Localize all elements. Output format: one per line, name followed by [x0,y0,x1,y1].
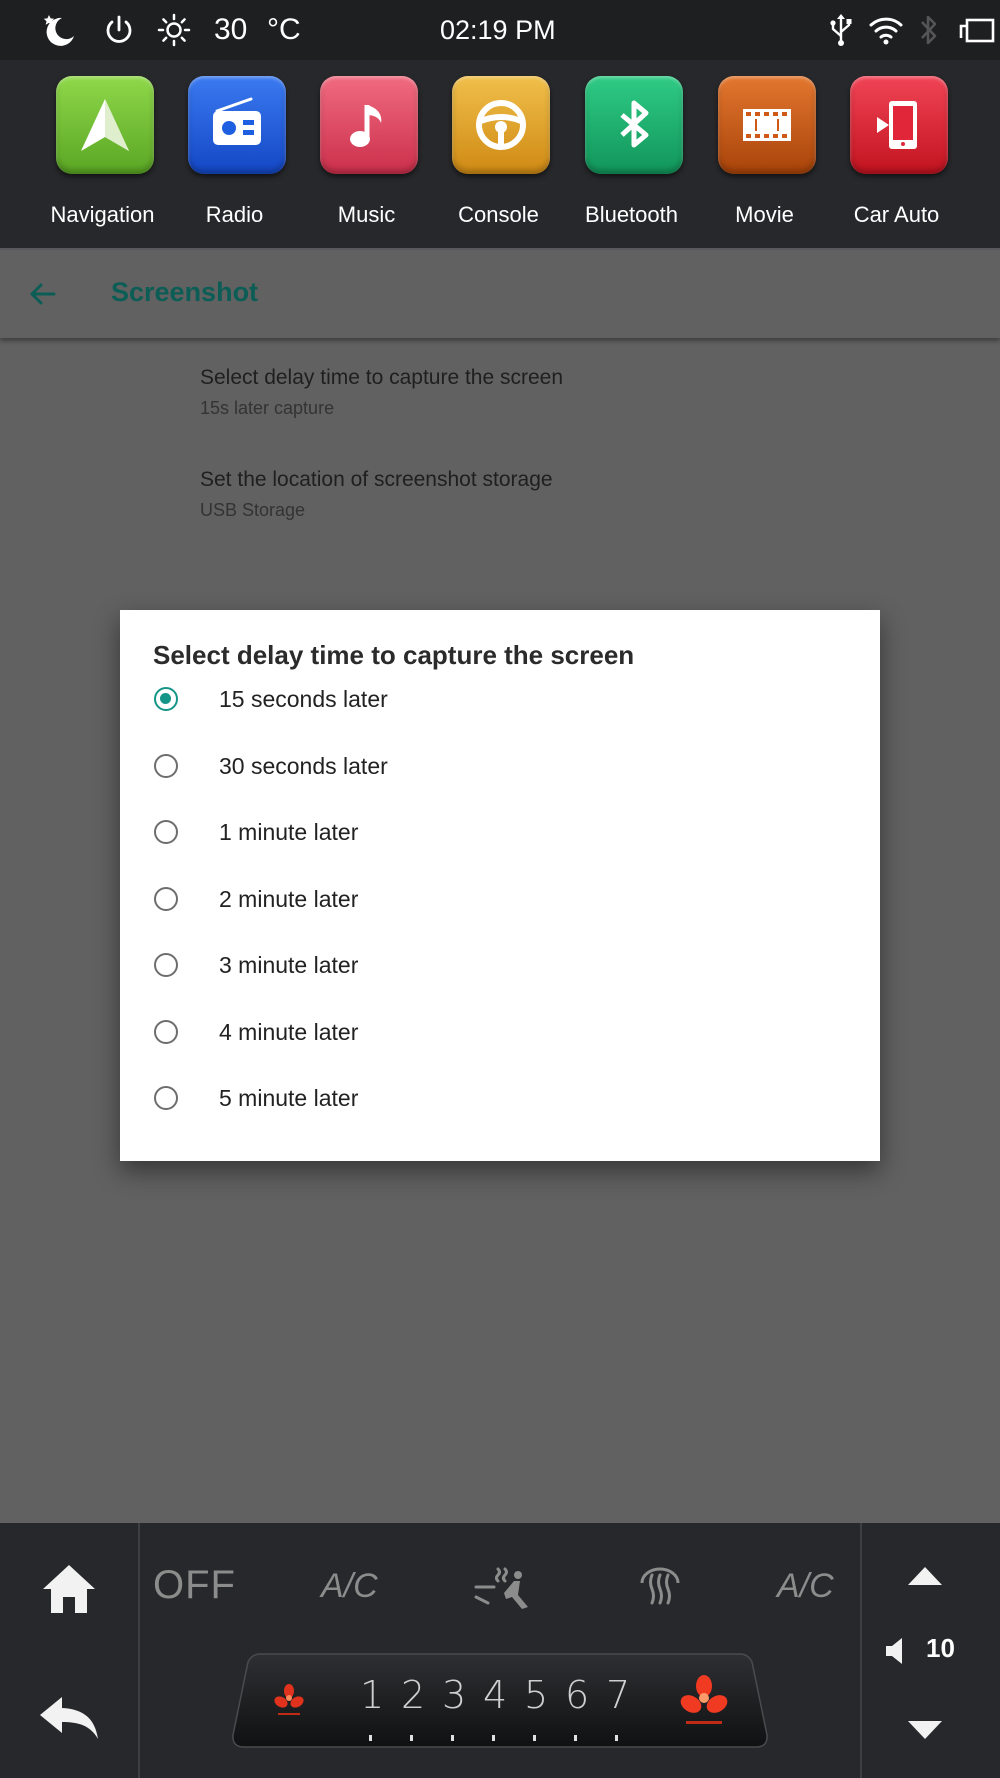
fan-speed-tick [410,1735,413,1741]
volume-down-icon[interactable] [906,1719,944,1746]
pref-title: Select delay time to capture the screen [200,366,564,389]
option-label: 1 minute later [219,819,359,845]
app-movie[interactable]: Movie [698,60,831,248]
option-row[interactable]: 1 minute later [120,801,880,867]
divider [138,1523,140,1778]
radio-unchecked-icon[interactable] [154,1019,178,1044]
dialog-title: Select delay time to capture the screen [153,640,635,670]
option-label: 2 minute later [219,885,359,912]
page-title: Screenshot [111,277,259,307]
radio-unchecked-icon[interactable] [154,753,178,778]
radio-checked-icon[interactable] [154,687,178,711]
speaker-icon [884,1637,908,1670]
option-row[interactable]: 2 minute later [120,868,880,934]
app-bluetooth[interactable]: Bluetooth [565,60,698,248]
app-label: Navigation [50,202,155,227]
delay-time-dialog: Select delay time to capture the screen … [120,610,880,1161]
fan-speed-tick [451,1735,454,1741]
fan-speed-tick [533,1735,536,1741]
volume-up-icon[interactable] [906,1565,944,1592]
option-label: 5 minute later [219,1085,359,1111]
home-icon[interactable] [40,1559,98,1622]
radio-unchecked-icon[interactable] [154,820,178,844]
fan-speed-tick [369,1735,372,1741]
app-label: Car Auto [853,202,940,227]
back-arrow-icon[interactable] [22,274,62,314]
brightness-icon[interactable] [156,0,192,60]
back-icon[interactable] [38,1693,100,1748]
app-label: Movie [735,202,794,227]
divider [860,1523,862,1778]
steering-wheel-icon [452,76,550,174]
fan-speed-number[interactable]: 3 [442,1673,466,1717]
recent-apps-icon[interactable] [958,0,996,60]
option-label: 3 minute later [219,952,359,978]
airflow-icon[interactable] [472,1563,536,1616]
option-row[interactable]: 3 minute later [120,934,880,1000]
fan-speed-number[interactable]: 4 [483,1673,507,1717]
bluetooth-status-icon [918,0,940,60]
usb-icon [828,0,854,60]
night-mode-icon[interactable] [40,0,80,60]
fan-low-icon[interactable] [274,1683,304,1722]
ac-left-button[interactable]: A/C [321,1567,378,1606]
app-console[interactable]: Console [432,60,565,248]
radio-icon [188,76,286,174]
option-row[interactable]: 30 seconds later [120,735,880,801]
ac-right-button[interactable]: A/C [777,1567,834,1606]
temperature-value: 30 [214,13,248,46]
fan-speed-number[interactable]: 7 [606,1673,630,1717]
option-row[interactable]: 5 minute later [120,1067,880,1133]
radio-unchecked-icon[interactable] [154,1086,178,1110]
wifi-icon [868,0,904,60]
bluetooth-icon [585,76,683,174]
fan-speed-number[interactable]: 5 [524,1673,548,1717]
pref-title: Set the location of screenshot storage [200,468,553,491]
option-label: 30 seconds later [219,752,388,779]
fan-high-icon[interactable] [680,1675,728,1730]
radio-unchecked-icon[interactable] [154,953,178,977]
pref-summary: 15s later capture [200,398,335,418]
climate-off-button[interactable]: OFF [153,1563,236,1608]
option-label: 4 minute later [219,1018,359,1045]
radio-unchecked-icon[interactable] [154,886,178,911]
music-note-icon [320,76,418,174]
clock: 02:19 PM [440,14,556,45]
option-row[interactable]: 15 seconds later [120,668,880,734]
pref-storage-location[interactable]: Set the location of screenshot storage U… [200,468,553,521]
film-icon [718,76,816,174]
volume-level: 10 [926,1633,955,1663]
climate-bar: OFF A/C A/C 1 2 3 4 5 6 7 10 [0,1523,1000,1778]
app-navigation[interactable]: Navigation [36,60,169,248]
fan-speed-tick [574,1735,577,1741]
power-icon[interactable] [102,0,136,60]
option-label: 15 seconds later [219,686,388,712]
phone-link-icon [850,76,948,174]
temperature-unit: °C [267,13,301,46]
rear-defrost-icon[interactable] [636,1561,684,1612]
app-label: Console [458,202,539,227]
pref-summary: USB Storage [200,500,306,520]
app-car-auto[interactable]: Car Auto [830,60,963,248]
fan-speed-number[interactable]: 1 [360,1673,384,1717]
app-bar: Screenshot [0,250,1000,338]
fan-speed-tick [615,1735,618,1741]
fan-speed-number[interactable]: 6 [565,1673,589,1717]
app-music[interactable]: Music [300,60,433,248]
status-bar: 30 °C 02:19 PM [0,0,1000,60]
pref-delay-time[interactable]: Select delay time to capture the screen … [200,366,563,419]
fan-speed-number[interactable]: 2 [401,1673,425,1717]
app-dock: Navigation Radio Music Console Bluetooth… [0,60,1000,250]
app-label: Radio [205,202,264,227]
app-radio[interactable]: Radio [168,60,301,248]
app-label: Music [337,202,396,227]
navigation-arrow-icon [56,76,154,174]
option-row[interactable]: 4 minute later [120,1001,880,1067]
fan-speed-panel: 1234567 [232,1653,768,1748]
fan-speed-tick [492,1735,495,1741]
app-label: Bluetooth [585,202,678,227]
